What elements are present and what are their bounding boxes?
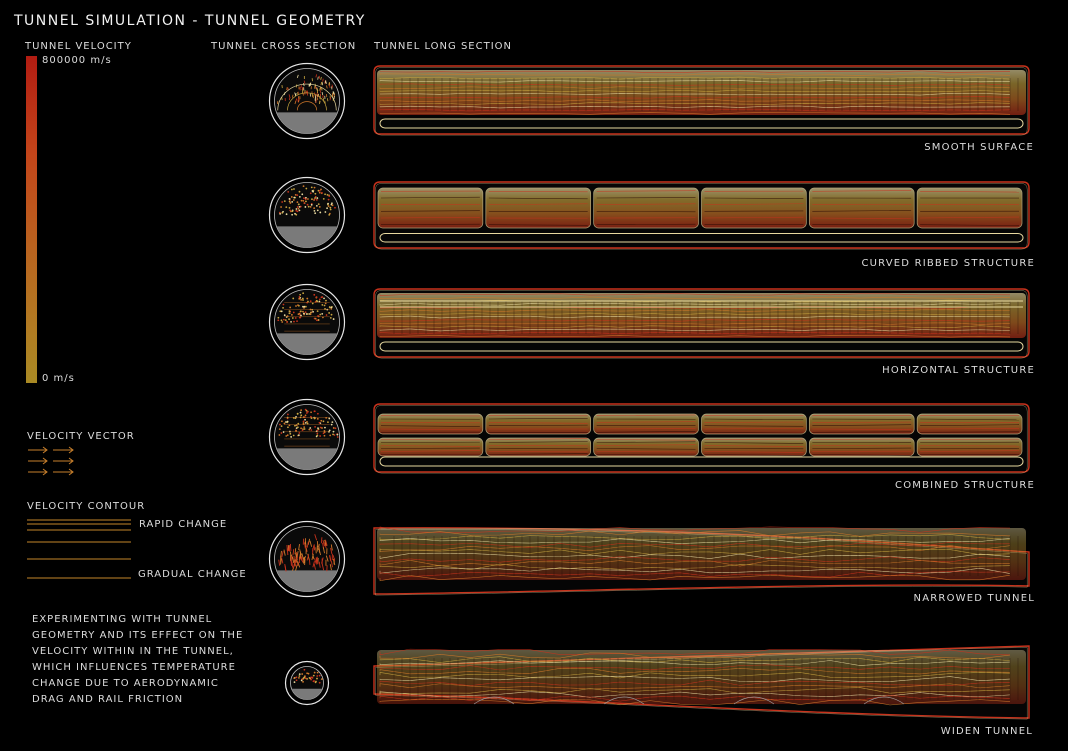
description-line: GEOMETRY AND ITS EFFECT ON THE [32, 630, 244, 641]
cross-section-narrowed [268, 520, 346, 598]
cross-section-horizontal [268, 283, 346, 361]
velocity-contour-lines-icon [27, 519, 131, 579]
long-section-combined [373, 403, 1030, 474]
cross-section-ribbed [268, 176, 346, 254]
description-line: VELOCITY WITHIN IN THE TUNNEL, [32, 646, 234, 657]
long-section-narrowed [373, 526, 1030, 596]
velocity-gradient-bar [26, 56, 37, 383]
long-section-heading: TUNNEL LONG SECTION [374, 41, 513, 52]
gradual-change-label: GRADUAL CHANGE [138, 569, 247, 580]
velocity-contour-label: VELOCITY CONTOUR [27, 501, 146, 512]
long-section-horizontal [373, 288, 1030, 359]
velocity-vector-arrows-icon [28, 446, 74, 476]
caption-curved-ribbed: CURVED RIBBED STRUCTURE [861, 258, 1035, 269]
long-section-smooth [373, 65, 1030, 136]
velocity-legend-heading: TUNNEL VELOCITY [25, 41, 132, 52]
long-section-widen [373, 645, 1030, 720]
cross-section-heading: TUNNEL CROSS SECTION [211, 41, 357, 52]
description-line: EXPERIMENTING WITH TUNNEL [32, 614, 213, 625]
caption-widen-tunnel: WIDEN TUNNEL [940, 726, 1033, 737]
cross-section-widen [284, 660, 330, 706]
description-line: WHICH INFLUENCES TEMPERATURE [32, 662, 236, 673]
cross-section-smooth [268, 62, 346, 140]
description-line: DRAG AND RAIL FRICTION [32, 694, 184, 705]
long-section-ribbed [373, 181, 1030, 250]
rapid-change-label: RAPID CHANGE [139, 519, 228, 530]
caption-smooth-surface: SMOOTH SURFACE [924, 142, 1034, 153]
description-line: CHANGE DUE TO AERODYNAMIC [32, 678, 219, 689]
legend-max-label: 800000 m/s [42, 55, 112, 66]
description-text: EXPERIMENTING WITH TUNNEL GEOMETRY AND I… [32, 612, 262, 708]
caption-narrowed-tunnel: NARROWED TUNNEL [913, 593, 1035, 604]
legend-min-label: 0 m/s [42, 373, 75, 384]
cross-section-combined [268, 398, 346, 476]
velocity-vector-label: VELOCITY VECTOR [27, 431, 135, 442]
caption-horizontal-structure: HORIZONTAL STRUCTURE [882, 365, 1035, 376]
caption-combined-structure: COMBINED STRUCTURE [895, 480, 1035, 491]
page-title: TUNNEL SIMULATION - TUNNEL GEOMETRY [14, 13, 366, 29]
